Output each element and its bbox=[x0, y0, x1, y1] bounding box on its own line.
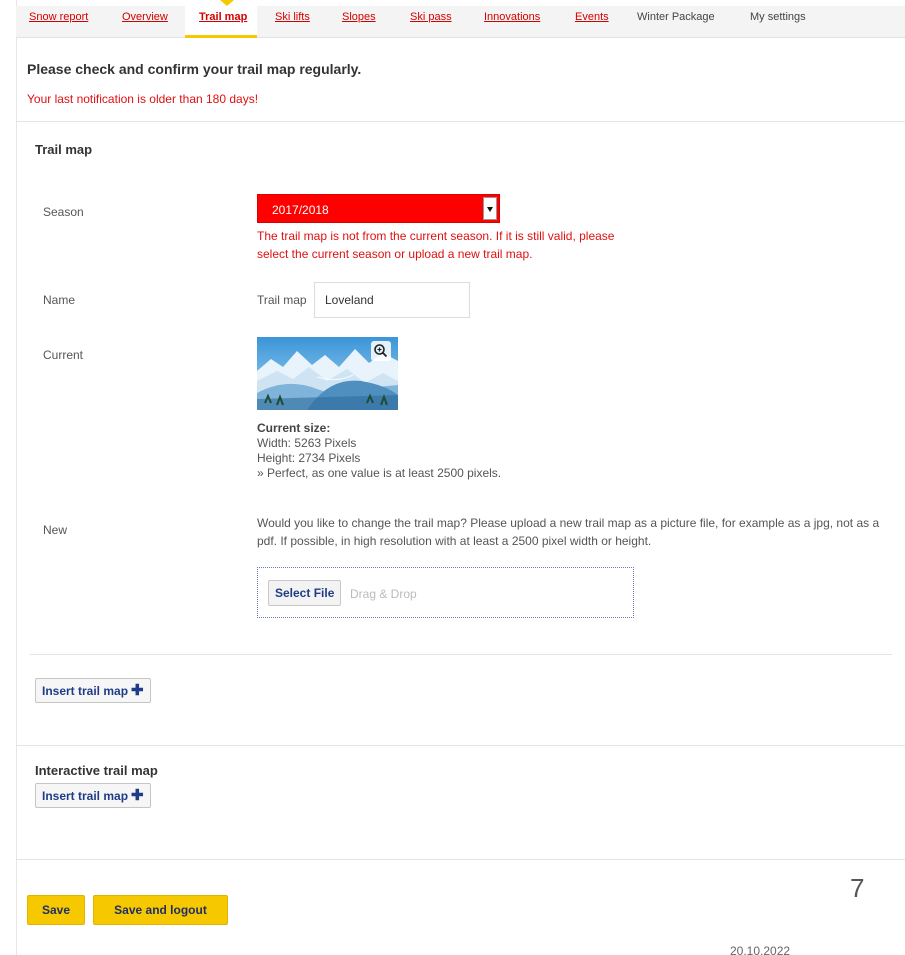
insert-trail-map-label: Insert trail map bbox=[42, 683, 129, 698]
current-verdict: » Perfect, as one value is at least 2500… bbox=[257, 466, 502, 480]
nav-trail-map[interactable]: Trail map bbox=[199, 11, 247, 23]
trail-map-section-title: Trail map bbox=[35, 142, 93, 157]
save-button[interactable]: Save bbox=[27, 895, 85, 925]
name-prefix: Trail map bbox=[257, 293, 307, 307]
save-and-logout-button[interactable]: Save and logout bbox=[93, 895, 228, 925]
name-label: Name bbox=[43, 293, 76, 307]
zoom-in-icon[interactable] bbox=[371, 341, 391, 361]
season-error-line-1: The trail map is not from the current se… bbox=[257, 229, 615, 243]
nav-innovations[interactable]: Innovations bbox=[484, 11, 540, 23]
new-label: New bbox=[43, 523, 68, 537]
new-trail-map-instructions: Would you like to change the trail map? … bbox=[257, 516, 880, 548]
nav-ski-lifts[interactable]: Ski lifts bbox=[275, 11, 310, 23]
insert-interactive-trail-map-button[interactable]: Insert trail map ✚ bbox=[35, 783, 151, 808]
slide-page-number: 7 bbox=[850, 873, 865, 903]
divider bbox=[30, 654, 892, 655]
name-input[interactable] bbox=[314, 282, 470, 318]
current-width: Width: 5263 Pixels bbox=[257, 436, 357, 450]
current-size-title: Current size: bbox=[257, 421, 331, 435]
drag-drop-hint: Drag & Drop bbox=[350, 587, 417, 601]
divider bbox=[16, 745, 905, 746]
divider bbox=[16, 859, 905, 860]
season-error-line-2: select the current season or upload a ne… bbox=[257, 247, 533, 261]
divider bbox=[16, 121, 905, 122]
current-label: Current bbox=[43, 348, 84, 362]
nav-slopes[interactable]: Slopes bbox=[342, 11, 376, 23]
insert-trail-map-button[interactable]: Insert trail map ✚ bbox=[35, 678, 151, 703]
season-label: Season bbox=[43, 205, 84, 219]
notice-heading: Please check and confirm your trail map … bbox=[27, 61, 362, 77]
select-file-button[interactable]: Select File bbox=[268, 580, 342, 606]
nav-winter-package[interactable]: Winter Package bbox=[637, 11, 715, 23]
nav-ski-pass[interactable]: Ski pass bbox=[410, 11, 452, 23]
nav-events[interactable]: Events bbox=[575, 11, 609, 23]
insert-interactive-trail-map-label: Insert trail map bbox=[42, 788, 129, 803]
nav-overview[interactable]: Overview bbox=[122, 11, 168, 23]
season-select[interactable]: 2017/2018 bbox=[257, 194, 500, 223]
interactive-trail-map-title: Interactive trail map bbox=[35, 763, 158, 778]
slide-date: 20.10.2022 bbox=[730, 944, 791, 955]
chevron-down-icon bbox=[483, 197, 497, 220]
file-dropzone[interactable]: Select File Drag & Drop bbox=[257, 567, 634, 618]
current-size-info: Current size: Width: 5263 Pixels Height:… bbox=[257, 421, 501, 481]
nav-snow-report[interactable]: Snow report bbox=[29, 11, 88, 23]
plus-icon: ✚ bbox=[131, 787, 144, 804]
season-value: 2017/2018 bbox=[272, 203, 329, 217]
current-height: Height: 2734 Pixels bbox=[257, 451, 361, 465]
notice-warning: Your last notification is older than 180… bbox=[27, 92, 259, 106]
nav-my-settings[interactable]: My settings bbox=[750, 11, 806, 23]
plus-icon: ✚ bbox=[131, 682, 144, 699]
